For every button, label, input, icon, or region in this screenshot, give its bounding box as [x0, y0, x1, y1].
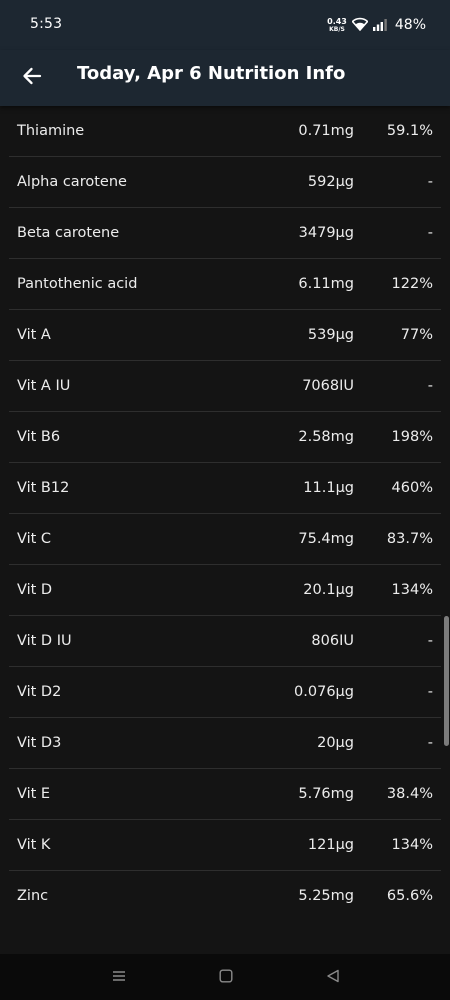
nutrient-percent: 134% — [391, 837, 433, 853]
nutrient-name: Vit D3 — [17, 735, 62, 751]
screen: 5:53 0.43 KB/S 48% Today, Apr 6 Nutritio… — [0, 0, 450, 1000]
nutrient-amount: 0.076µg — [294, 684, 354, 700]
recent-apps-button[interactable] — [106, 964, 132, 990]
back-button[interactable] — [14, 60, 50, 96]
nutrient-name: Vit D2 — [17, 684, 62, 700]
nutrient-amount: 5.25mg — [298, 888, 354, 904]
nutrient-row-vit-k: Vit K 121µg 134% — [9, 820, 441, 871]
system-nav-bar — [0, 954, 450, 1000]
nutrient-row-vit-c: Vit C 75.4mg 83.7% — [9, 514, 441, 565]
nutrient-amount: 6.11mg — [298, 276, 354, 292]
status-bar: 5:53 0.43 KB/S 48% — [0, 0, 450, 50]
nutrient-amount: 806IU — [311, 633, 354, 649]
status-time: 5:53 — [30, 16, 63, 32]
nutrient-name: Vit B6 — [17, 429, 61, 445]
app-bar: Today, Apr 6 Nutrition Info — [0, 50, 450, 106]
nutrient-list[interactable]: Thiamine 0.71mg 59.1% Alpha carotene 592… — [0, 106, 450, 954]
nutrient-amount: 3479µg — [298, 225, 354, 241]
nutrient-name: Vit C — [17, 531, 52, 547]
nutrient-row-vit-d: Vit D 20.1µg 134% — [9, 565, 441, 616]
nutrient-name: Vit A IU — [17, 378, 71, 394]
nutrient-percent: 38.4% — [386, 786, 433, 802]
nutrient-percent: - — [427, 225, 433, 241]
nutrient-row-alpha-carotene: Alpha carotene 592µg - — [9, 157, 441, 208]
nutrient-row-zinc: Zinc 5.25mg 65.6% — [9, 871, 441, 922]
nutrient-row-vit-a: Vit A 539µg 77% — [9, 310, 441, 361]
nutrient-name: Pantothenic acid — [17, 276, 138, 292]
status-icons: 0.43 KB/S 48% — [327, 13, 426, 37]
nutrient-percent: 122% — [391, 276, 433, 292]
nutrient-percent: - — [427, 174, 433, 190]
nutrient-row-beta-carotene: Beta carotene 3479µg - — [9, 208, 441, 259]
nutrient-percent: 59.1% — [386, 123, 433, 139]
nutrient-row-vit-d3: Vit D3 20µg - — [9, 718, 441, 769]
nutrient-name: Zinc — [17, 888, 49, 904]
nutrient-percent: - — [427, 633, 433, 649]
nutrient-name: Vit D IU — [17, 633, 72, 649]
nutrient-percent: - — [427, 735, 433, 751]
nutrient-amount: 20.1µg — [303, 582, 354, 598]
nutrient-name: Vit B12 — [17, 480, 70, 496]
home-button[interactable] — [213, 964, 239, 990]
battery-level: 48% — [394, 17, 426, 33]
nutrient-row-vit-d-iu: Vit D IU 806IU - — [9, 616, 441, 667]
nutrient-amount: 2.58mg — [298, 429, 354, 445]
arrow-left-icon — [22, 66, 42, 90]
nutrient-name: Vit D — [17, 582, 53, 598]
nutrient-row-vit-e: Vit E 5.76mg 38.4% — [9, 769, 441, 820]
nutrient-percent: 77% — [400, 327, 433, 343]
nutrient-percent: 134% — [391, 582, 433, 598]
nutrient-row-vit-b12: Vit B12 11.1µg 460% — [9, 463, 441, 514]
nutrient-amount: 592µg — [307, 174, 354, 190]
signal-icon — [372, 16, 387, 35]
nutrient-amount: 75.4mg — [298, 531, 354, 547]
nutrient-name: Alpha carotene — [17, 174, 127, 190]
nutrient-amount: 7068IU — [302, 378, 354, 394]
back-triangle-icon — [326, 968, 340, 987]
nutrient-name: Vit A — [17, 327, 51, 343]
nutrient-name: Thiamine — [17, 123, 85, 139]
nutrient-name: Vit K — [17, 837, 51, 853]
wifi-icon — [351, 16, 369, 35]
nutrient-percent: - — [427, 684, 433, 700]
nutrient-row-thiamine: Thiamine 0.71mg 59.1% — [9, 106, 441, 157]
nutrient-percent: 65.6% — [386, 888, 433, 904]
nutrient-name: Beta carotene — [17, 225, 120, 241]
net-speed-value: 0.43 — [327, 16, 347, 26]
nutrient-percent: - — [427, 378, 433, 394]
nutrient-row-vit-d2: Vit D2 0.076µg - — [9, 667, 441, 718]
nutrient-amount: 11.1µg — [303, 480, 354, 496]
scrollbar-thumb[interactable] — [444, 616, 449, 746]
nutrient-name: Vit E — [17, 786, 51, 802]
nutrient-row-pantothenic-acid: Pantothenic acid 6.11mg 122% — [9, 259, 441, 310]
page-title: Today, Apr 6 Nutrition Info — [77, 63, 346, 84]
menu-icon — [112, 968, 126, 987]
nutrient-percent: 460% — [391, 480, 433, 496]
nutrient-amount: 0.71mg — [298, 123, 354, 139]
nutrient-row-vit-b6: Vit B6 2.58mg 198% — [9, 412, 441, 463]
nutrient-amount: 539µg — [307, 327, 354, 343]
nutrient-row-vit-a-iu: Vit A IU 7068IU - — [9, 361, 441, 412]
nutrient-amount: 121µg — [307, 837, 354, 853]
nutrient-amount: 20µg — [317, 735, 354, 751]
nutrient-amount: 5.76mg — [298, 786, 354, 802]
nutrient-percent: 198% — [391, 429, 433, 445]
home-icon — [219, 968, 233, 987]
nutrient-percent: 83.7% — [386, 531, 433, 547]
system-back-button[interactable] — [320, 964, 346, 990]
network-speed: 0.43 KB/S — [327, 16, 347, 33]
net-speed-unit: KB/S — [329, 25, 345, 33]
